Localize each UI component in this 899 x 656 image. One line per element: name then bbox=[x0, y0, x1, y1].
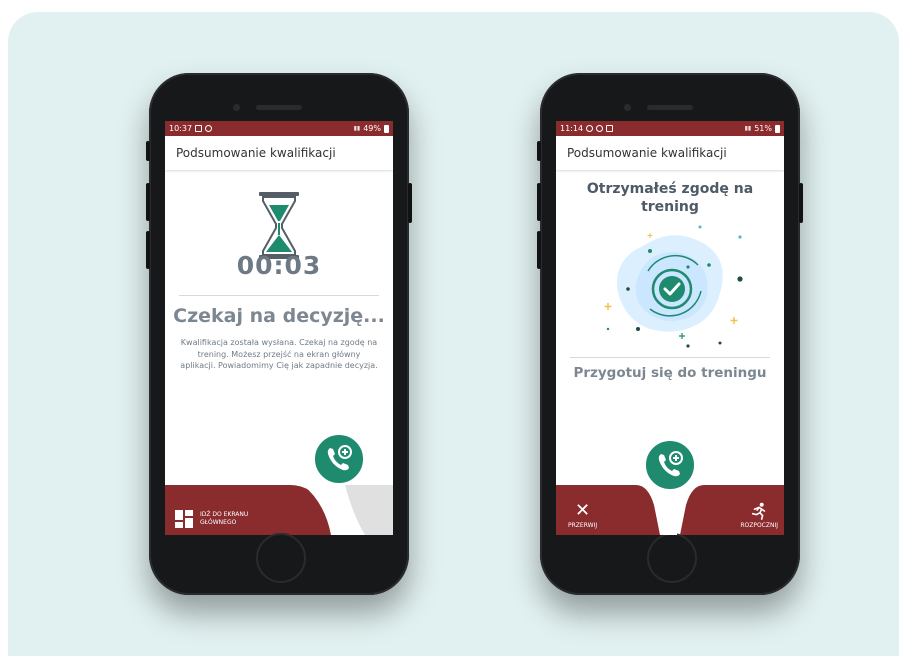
screen-waiting: 10:37 ▮▮ 49% Podsumowanie kwalifikacji 0… bbox=[165, 121, 393, 535]
app-notification-icon bbox=[596, 125, 604, 132]
phone-side-button bbox=[537, 141, 541, 161]
phone-side-button bbox=[146, 231, 150, 269]
consent-heading: Otrzymałeś zgodę na trening bbox=[586, 181, 754, 215]
waiting-heading: Czekaj na decyzję... bbox=[173, 305, 385, 327]
gallery-notification-icon bbox=[606, 125, 614, 132]
app-notification-icon bbox=[586, 125, 594, 132]
call-button-stem bbox=[663, 489, 677, 535]
camera bbox=[233, 104, 240, 111]
divider bbox=[570, 357, 770, 358]
phone-waiting: 10:37 ▮▮ 49% Podsumowanie kwalifikacji 0… bbox=[146, 73, 412, 595]
status-time: 10:37 bbox=[169, 124, 193, 133]
start-button[interactable]: ROZPOCZNIJ bbox=[740, 502, 778, 529]
close-icon: ✕ bbox=[575, 500, 591, 521]
go-home-label: IDŹ DO EKRANU GŁÓWNEGO bbox=[200, 511, 249, 526]
app-notification-icon bbox=[205, 125, 213, 132]
phone-side-button bbox=[146, 141, 150, 161]
page-title: Podsumowanie kwalifikacji bbox=[165, 136, 393, 170]
cancel-button[interactable]: ✕ PRZERWIJ bbox=[568, 500, 598, 530]
status-bar: 11:14 ▮▮ 51% bbox=[556, 121, 784, 136]
speaker bbox=[256, 105, 302, 110]
phone-side-button bbox=[537, 183, 541, 221]
home-button bbox=[256, 533, 306, 583]
status-battery: 51% bbox=[754, 124, 772, 133]
signal-icon: ▮▮ bbox=[744, 125, 752, 132]
divider bbox=[179, 295, 379, 296]
home-button bbox=[647, 533, 697, 583]
status-bar: 10:37 ▮▮ 49% bbox=[165, 121, 393, 136]
phone-side-button bbox=[537, 231, 541, 269]
countdown-timer: 00:03 bbox=[236, 251, 322, 280]
cancel-label: PRZERWIJ bbox=[568, 522, 598, 529]
call-plus-icon[interactable] bbox=[313, 433, 365, 485]
signal-icon: ▮▮ bbox=[353, 125, 361, 132]
status-battery: 49% bbox=[363, 124, 381, 133]
start-label: ROZPOCZNIJ bbox=[740, 522, 778, 529]
call-plus-icon[interactable] bbox=[644, 439, 696, 491]
prepare-heading: Przygotuj się do treningu bbox=[573, 365, 767, 381]
speaker bbox=[647, 105, 693, 110]
running-icon bbox=[752, 502, 766, 520]
camera bbox=[624, 104, 631, 111]
grid-icon bbox=[175, 510, 193, 528]
page-title: Podsumowanie kwalifikacji bbox=[556, 136, 784, 170]
go-home-button[interactable]: IDŹ DO EKRANU GŁÓWNEGO bbox=[175, 510, 260, 528]
phone-approved: 11:14 ▮▮ 51% Podsumowanie kwalifikacji O… bbox=[537, 73, 803, 595]
phone-side-button bbox=[146, 183, 150, 221]
phone-side-button bbox=[799, 183, 803, 223]
phone-side-button bbox=[408, 183, 412, 223]
status-time: 11:14 bbox=[560, 124, 584, 133]
screen-approved: 11:14 ▮▮ 51% Podsumowanie kwalifikacji O… bbox=[556, 121, 784, 535]
waiting-description: Kwalifikacja została wysłana. Czekaj na … bbox=[180, 338, 378, 370]
battery-icon bbox=[775, 124, 780, 133]
gallery-notification-icon bbox=[195, 125, 203, 132]
battery-icon bbox=[384, 124, 389, 133]
check-circle-icon bbox=[604, 225, 743, 348]
